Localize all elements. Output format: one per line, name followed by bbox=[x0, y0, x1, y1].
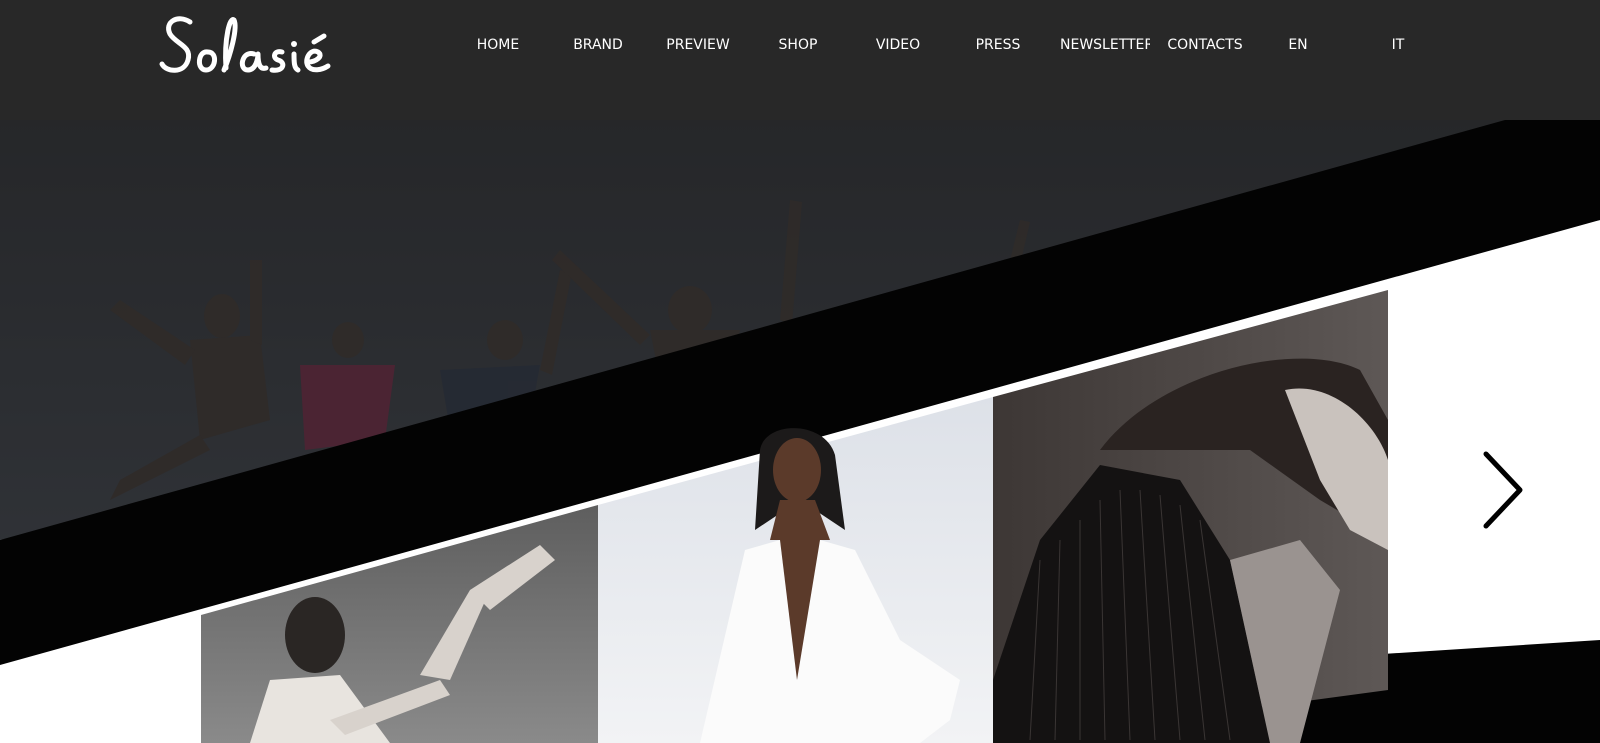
nav-item-video[interactable]: VIDEO bbox=[850, 34, 946, 56]
nav-item-preview[interactable]: PREVIEW bbox=[650, 34, 746, 56]
hero-composition bbox=[0, 120, 1600, 743]
slider-next-button[interactable] bbox=[1478, 448, 1528, 532]
hero-slider bbox=[0, 120, 1600, 743]
nav-item-lang-it[interactable]: IT bbox=[1350, 34, 1446, 56]
main-nav: HOME BRAND PREVIEW SHOP VIDEO PRESS NEWS… bbox=[0, 34, 1600, 56]
nav-item-press[interactable]: PRESS bbox=[950, 34, 1046, 56]
chevron-right-icon bbox=[1483, 451, 1523, 529]
nav-item-lang-en[interactable]: EN bbox=[1250, 34, 1346, 56]
nav-item-newsletter[interactable]: NEWSLETTER bbox=[1060, 34, 1150, 56]
nav-item-shop[interactable]: SHOP bbox=[750, 34, 846, 56]
nav-item-brand[interactable]: BRAND bbox=[550, 34, 646, 56]
nav-item-home[interactable]: HOME bbox=[450, 34, 546, 56]
site-header: HOME BRAND PREVIEW SHOP VIDEO PRESS NEWS… bbox=[0, 0, 1600, 120]
nav-item-contacts[interactable]: CONTACTS bbox=[1155, 34, 1255, 56]
